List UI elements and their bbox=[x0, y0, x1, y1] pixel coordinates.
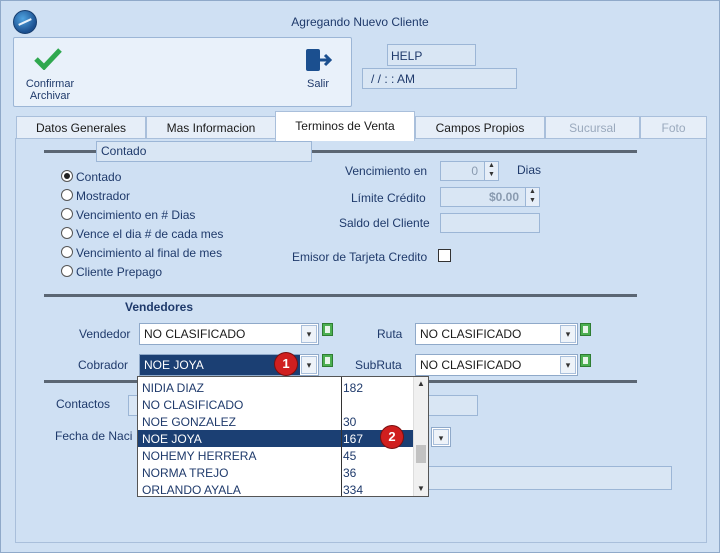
tab-foto[interactable]: Foto bbox=[640, 116, 707, 140]
due-unit-label: Dias bbox=[517, 163, 542, 177]
exit-button[interactable]: Salir bbox=[298, 78, 338, 90]
extra-field[interactable] bbox=[421, 466, 672, 490]
balance-label: Saldo del Cliente bbox=[339, 216, 430, 230]
add-subroute-icon[interactable] bbox=[580, 354, 591, 367]
add-seller-icon[interactable] bbox=[322, 323, 333, 336]
column-separator bbox=[341, 377, 342, 496]
collector-label: Cobrador bbox=[78, 358, 129, 372]
due-spinner[interactable]: ▲ ▼ bbox=[484, 162, 498, 180]
chevron-down-icon[interactable]: ▾ bbox=[433, 429, 449, 445]
radio-cliente-prepago[interactable] bbox=[61, 265, 73, 277]
chevron-down-icon[interactable]: ▾ bbox=[560, 325, 576, 343]
date-field[interactable]: / / : : AM bbox=[362, 68, 517, 89]
tab-bar: Datos Generales Mas Informacion Terminos… bbox=[15, 111, 707, 141]
route-select[interactable]: NO CLASIFICADO ▾ bbox=[415, 323, 578, 345]
radio-final-de-mes[interactable] bbox=[61, 246, 73, 258]
spin-up-icon[interactable]: ▲ bbox=[526, 188, 539, 197]
list-item[interactable]: NIDIA DIAZ 182 bbox=[138, 379, 414, 396]
subroute-select[interactable]: NO CLASIFICADO ▾ bbox=[415, 354, 578, 376]
seller-select[interactable]: NO CLASIFICADO ▾ bbox=[139, 323, 319, 345]
spin-down-icon[interactable]: ▼ bbox=[485, 171, 498, 180]
radio-contado[interactable] bbox=[61, 170, 73, 182]
terms-selected-field[interactable]: Contado bbox=[96, 141, 312, 162]
list-item-selected[interactable]: NOE JOYA 167 bbox=[138, 430, 414, 447]
card-issuer-checkbox[interactable] bbox=[438, 249, 451, 262]
due-label: Vencimiento en bbox=[345, 164, 428, 178]
list-item[interactable]: NOHEMY HERRERA 45 bbox=[138, 447, 414, 464]
subroute-value: NO CLASIFICADO bbox=[420, 358, 522, 372]
app-window: Agregando Nuevo Cliente Confirmar Archiv… bbox=[0, 0, 720, 553]
list-item[interactable]: NOE GONZALEZ 30 bbox=[138, 413, 414, 430]
list-item[interactable]: ORLANDO AYALA 334 bbox=[138, 481, 414, 498]
chevron-down-icon[interactable]: ▾ bbox=[301, 356, 317, 374]
credit-label: Límite Crédito bbox=[351, 191, 426, 205]
radio-label-vencimiento-dias: Vencimiento en # Dias bbox=[76, 208, 196, 222]
tab-terminos-de-venta[interactable]: Terminos de Venta bbox=[275, 111, 415, 141]
list-item[interactable]: NO CLASIFICADO bbox=[138, 396, 414, 413]
tab-campos-propios[interactable]: Campos Propios bbox=[415, 116, 545, 140]
help-field[interactable]: HELP bbox=[387, 44, 476, 66]
divider bbox=[44, 294, 637, 297]
confirm-label: Confirmar bbox=[25, 78, 75, 90]
vendors-heading: Vendedores bbox=[125, 300, 194, 314]
tab-datos-generales[interactable]: Datos Generales bbox=[16, 116, 146, 140]
add-route-icon[interactable] bbox=[580, 323, 591, 336]
dropdown-scrollbar[interactable]: ▲ ▼ bbox=[413, 377, 428, 496]
spin-up-icon[interactable]: ▲ bbox=[485, 162, 498, 171]
checkmark-icon[interactable] bbox=[34, 48, 62, 70]
window-title: Agregando Nuevo Cliente bbox=[291, 15, 429, 29]
scroll-down-icon[interactable]: ▼ bbox=[414, 482, 428, 496]
radio-label-vence-dia-mes: Vence el dia # de cada mes bbox=[76, 227, 224, 241]
add-collector-icon[interactable] bbox=[322, 354, 333, 367]
tab-mas-informacion[interactable]: Mas Informacion bbox=[146, 116, 276, 140]
annotation-badge-2: 2 bbox=[381, 426, 403, 448]
chevron-down-icon[interactable]: ▾ bbox=[301, 325, 317, 343]
radio-label-contado: Contado bbox=[76, 170, 122, 184]
seller-label: Vendedor bbox=[79, 327, 131, 341]
subroute-label: SubRuta bbox=[355, 358, 402, 372]
route-label: Ruta bbox=[377, 327, 403, 341]
scroll-thumb[interactable] bbox=[416, 445, 426, 463]
tab-sucursal[interactable]: Sucursal bbox=[545, 116, 640, 140]
radio-mostrador[interactable] bbox=[61, 189, 73, 201]
confirm-button[interactable]: Confirmar Archivar bbox=[22, 78, 78, 102]
toolbar: Confirmar Archivar Salir bbox=[13, 37, 352, 107]
balance-field[interactable] bbox=[440, 213, 540, 233]
list-item[interactable]: NORMA TREJO 36 bbox=[138, 464, 414, 481]
chevron-down-icon[interactable]: ▾ bbox=[560, 356, 576, 374]
radio-label-final-de-mes: Vencimiento al final de mes bbox=[76, 246, 223, 260]
radio-label-cliente-prepago: Cliente Prepago bbox=[76, 265, 163, 279]
card-issuer-label: Emisor de Tarjeta Credito bbox=[292, 250, 428, 264]
route-value: NO CLASIFICADO bbox=[420, 327, 522, 341]
radio-label-mostrador: Mostrador bbox=[76, 189, 131, 203]
exit-icon[interactable] bbox=[304, 48, 332, 72]
scroll-up-icon[interactable]: ▲ bbox=[414, 377, 428, 391]
radio-vencimiento-dias[interactable] bbox=[61, 208, 73, 220]
radio-vence-dia-mes[interactable] bbox=[61, 227, 73, 239]
birth-date-label: Fecha de Naci bbox=[55, 429, 133, 443]
credit-spinner[interactable]: ▲ ▼ bbox=[525, 188, 539, 206]
spin-down-icon[interactable]: ▼ bbox=[526, 197, 539, 206]
contacts-label: Contactos bbox=[56, 397, 111, 411]
seller-value: NO CLASIFICADO bbox=[144, 327, 246, 341]
annotation-badge-1: 1 bbox=[275, 353, 297, 375]
birth-date-picker[interactable]: ▾ bbox=[431, 427, 451, 447]
title-bar: Agregando Nuevo Cliente bbox=[1, 1, 719, 37]
archive-label: Archivar bbox=[29, 90, 71, 102]
